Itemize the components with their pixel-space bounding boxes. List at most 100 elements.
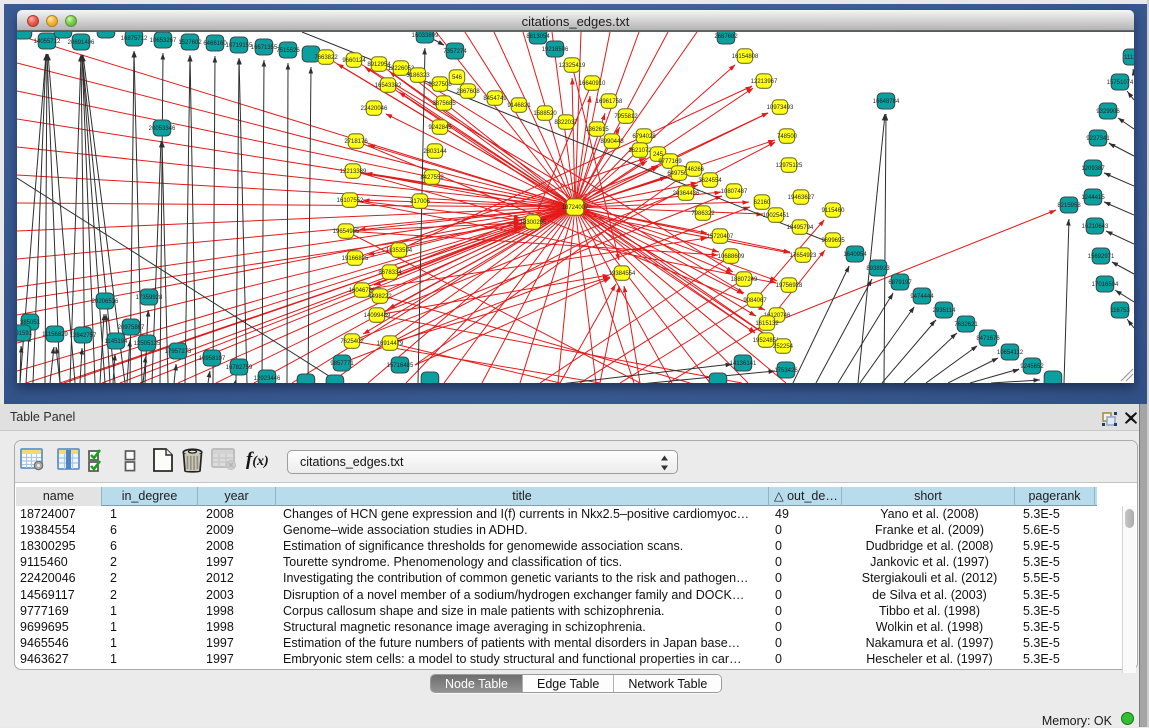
- svg-text:2687682: 2687682: [714, 34, 738, 40]
- svg-text:8813054: 8813054: [526, 34, 550, 40]
- svg-text:3624554: 3624554: [698, 178, 722, 184]
- svg-text:9245652: 9245652: [1020, 364, 1044, 370]
- svg-text:1588520: 1588520: [533, 111, 557, 117]
- svg-text:12213967: 12213967: [751, 79, 778, 85]
- svg-text:11353594: 11353594: [386, 248, 413, 254]
- svg-text:2718176: 2718176: [344, 139, 368, 145]
- svg-text:10025451: 10025451: [763, 213, 790, 219]
- svg-text:7625402: 7625402: [340, 339, 364, 345]
- svg-text:62160: 62160: [754, 200, 771, 206]
- svg-text:3186323: 3186323: [406, 73, 430, 79]
- svg-text:16154808: 16154808: [732, 54, 759, 60]
- svg-text:10654112: 10654112: [997, 350, 1024, 356]
- svg-text:10958107: 10958107: [199, 356, 226, 362]
- svg-text:8990443: 8990443: [600, 139, 624, 145]
- svg-text:10688609: 10688609: [718, 254, 745, 260]
- svg-text:18495794: 18495794: [787, 225, 814, 231]
- svg-text:16782759: 16782759: [226, 365, 253, 371]
- svg-text:7986322: 7986322: [691, 211, 715, 217]
- svg-text:2935114: 2935114: [933, 308, 957, 314]
- svg-text:11124: 11124: [1124, 55, 1134, 61]
- svg-text:1527602: 1527602: [178, 40, 202, 46]
- svg-text:16033809: 16033809: [412, 33, 439, 39]
- svg-text:16961758: 16961758: [596, 99, 623, 105]
- svg-text:18300295: 18300295: [520, 220, 547, 226]
- svg-text:19756928: 19756928: [776, 283, 803, 289]
- svg-text:18807249: 18807249: [731, 277, 758, 283]
- svg-text:7955812: 7955812: [614, 114, 638, 120]
- svg-text:9777169: 9777169: [658, 159, 682, 165]
- svg-text:9146821: 9146821: [507, 103, 531, 109]
- svg-text:16543382: 16543382: [375, 83, 402, 89]
- svg-text:12505135: 12505135: [134, 341, 161, 347]
- svg-text:18724007: 18724007: [562, 205, 589, 211]
- svg-text:15692971: 15692971: [1088, 254, 1115, 260]
- svg-text:6794028: 6794028: [632, 134, 656, 140]
- svg-text:19463627: 19463627: [788, 195, 815, 201]
- svg-text:19218506: 19218506: [542, 47, 569, 53]
- svg-text:1640954: 1640954: [843, 252, 867, 258]
- svg-text:991591: 991591: [17, 331, 33, 337]
- svg-text:15720407: 15720407: [707, 234, 734, 240]
- svg-text:1145194: 1145194: [105, 339, 129, 345]
- svg-text:9327508: 9327508: [428, 82, 452, 88]
- svg-text:1753426: 1753426: [774, 368, 798, 374]
- svg-text:12842757: 12842757: [70, 333, 97, 339]
- svg-text:12213389: 12213389: [340, 169, 367, 175]
- svg-text:19654985: 19654985: [333, 229, 360, 235]
- svg-text:10807487: 10807487: [721, 189, 748, 195]
- svg-text:20691406: 20691406: [68, 40, 95, 46]
- svg-text:6466160: 6466160: [203, 41, 227, 47]
- svg-text:2867608: 2867608: [456, 89, 480, 95]
- svg-text:16107552: 16107552: [337, 198, 364, 204]
- svg-text:16640910: 16640910: [579, 81, 606, 87]
- svg-text:16648784: 16648784: [873, 99, 900, 105]
- svg-text:8938923: 8938923: [866, 266, 890, 272]
- svg-text:9084067: 9084067: [743, 298, 767, 304]
- svg-text:22420046: 22420046: [361, 106, 388, 112]
- svg-text:9699695: 9699695: [821, 238, 845, 244]
- svg-text:2803144: 2803144: [423, 149, 447, 155]
- svg-text:16914479: 16914479: [377, 341, 404, 347]
- svg-text:16671355: 16671355: [251, 45, 278, 51]
- svg-text:16210643: 16210643: [1082, 224, 1109, 230]
- svg-text:1621072: 1621072: [628, 148, 652, 154]
- svg-text:116753: 116753: [1110, 308, 1130, 314]
- svg-text:20206536: 20206536: [92, 299, 119, 305]
- svg-text:14055712: 14055712: [34, 39, 61, 45]
- svg-text:6879197: 6879197: [888, 280, 912, 286]
- svg-text:317006: 317006: [410, 199, 431, 205]
- svg-text:8427552: 8427552: [420, 175, 444, 181]
- svg-text:19384554: 19384554: [609, 271, 636, 277]
- svg-text:9660124: 9660124: [342, 58, 366, 64]
- svg-text:20053346: 20053346: [149, 126, 176, 132]
- svg-text:17957273: 17957273: [165, 349, 192, 355]
- svg-text:746266: 746266: [684, 167, 705, 173]
- svg-text:1209387: 1209387: [1081, 166, 1105, 172]
- svg-text:8678334: 8678334: [378, 270, 402, 276]
- svg-text:17016504: 17016504: [1092, 282, 1119, 288]
- svg-text:9115460: 9115460: [822, 208, 846, 214]
- svg-text:9857771: 9857771: [330, 361, 354, 367]
- svg-text:1615132: 1615132: [755, 321, 779, 327]
- svg-text:1362615: 1362615: [585, 127, 609, 133]
- svg-text:19166825: 19166825: [342, 256, 369, 262]
- svg-text:9474444: 9474444: [910, 294, 934, 300]
- svg-text:8215958: 8215958: [1057, 203, 1081, 209]
- svg-text:7663822: 7663822: [314, 55, 338, 61]
- svg-text:546: 546: [452, 75, 463, 81]
- svg-text:15751074: 15751074: [1107, 80, 1134, 86]
- svg-text:20975867: 20975867: [118, 325, 145, 331]
- svg-text:10719155: 10719155: [226, 43, 253, 49]
- svg-text:252254: 252254: [773, 344, 794, 350]
- svg-text:16875712: 16875712: [121, 36, 148, 42]
- svg-text:1244415: 1244415: [1081, 195, 1105, 201]
- svg-text:10653267: 10653267: [150, 38, 177, 44]
- svg-text:8471676: 8471676: [976, 336, 1000, 342]
- svg-text:8454749: 8454749: [483, 96, 507, 102]
- svg-text:10973493: 10973493: [767, 105, 794, 111]
- svg-text:14136141: 14136141: [730, 361, 757, 367]
- svg-text:17359928: 17359928: [136, 295, 163, 301]
- svg-text:9227341: 9227341: [1086, 136, 1110, 142]
- svg-text:4498222: 4498222: [368, 294, 392, 300]
